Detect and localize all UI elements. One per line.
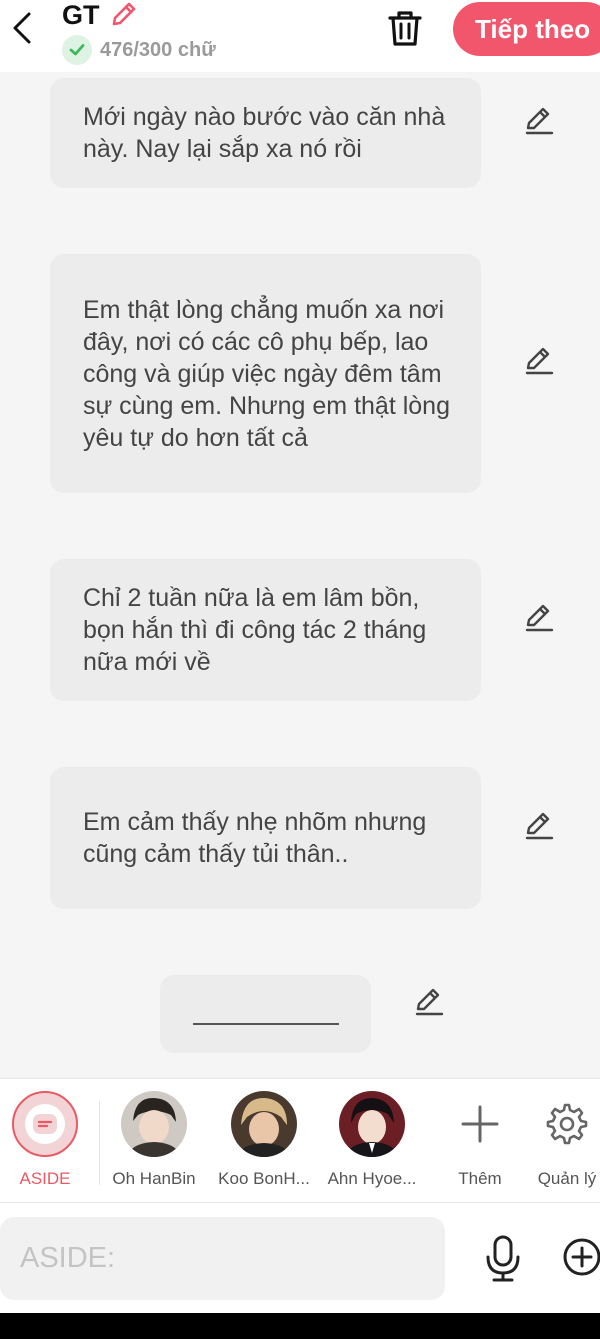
edit-title-icon[interactable] — [108, 0, 140, 35]
trash-icon[interactable] — [384, 6, 426, 50]
message-text: Em thật lòng chẳng muốn xa nơi đây, nơi … — [83, 295, 450, 452]
message-bubble[interactable]: Em thật lòng chẳng muốn xa nơi đây, nơi … — [50, 254, 481, 493]
check-icon — [62, 35, 92, 65]
edit-message-icon[interactable] — [521, 599, 557, 635]
aside-avatar — [12, 1091, 78, 1157]
character-label: Oh HanBin — [112, 1169, 196, 1188]
message-bubble[interactable]: Mới ngày nào bước vào căn nhà này. Nay l… — [50, 78, 481, 188]
character-ahn-hyoe[interactable]: Ahn Hyoe... — [317, 1091, 427, 1189]
page-title: GT — [62, 0, 100, 30]
word-count: 476/300 chữ — [100, 38, 216, 61]
edit-draft-icon[interactable] — [411, 983, 447, 1019]
edit-message-icon[interactable] — [521, 102, 557, 138]
character-bar: ASIDE Oh HanBin Koo BonH... Ahn Hyoe... … — [0, 1078, 600, 1203]
avatar — [339, 1091, 405, 1157]
system-nav-bar — [0, 1313, 600, 1339]
message-text: Chỉ 2 tuần nữa là em lâm bồn, bọn hắn th… — [83, 584, 427, 676]
character-label: Ahn Hyoe... — [327, 1169, 417, 1188]
character-label: ASIDE — [19, 1169, 71, 1188]
character-oh-hanbin[interactable]: Oh HanBin — [99, 1091, 209, 1189]
avatar — [231, 1091, 297, 1157]
message-bubble[interactable]: Em cảm thấy nhẹ nhõm nhưng cũng cảm thấy… — [50, 767, 481, 909]
character-label: Quản lý — [537, 1169, 597, 1188]
next-button[interactable]: Tiếp theo — [453, 2, 600, 56]
microphone-icon[interactable] — [481, 1233, 525, 1285]
input-bar — [0, 1203, 600, 1313]
message-input[interactable] — [0, 1217, 445, 1300]
edit-message-icon[interactable] — [521, 807, 557, 843]
draft-bubble[interactable] — [160, 975, 371, 1053]
gear-icon — [512, 1091, 600, 1157]
word-count-row: 476/300 chữ — [62, 35, 216, 65]
avatar — [121, 1091, 187, 1157]
draft-underline — [193, 1023, 339, 1025]
back-icon[interactable] — [4, 8, 40, 48]
character-label: Koo BonH... — [218, 1169, 310, 1188]
message-text: Mới ngày nào bước vào căn nhà này. Nay l… — [83, 103, 446, 163]
message-bubble[interactable]: Chỉ 2 tuần nữa là em lâm bồn, bọn hắn th… — [50, 559, 481, 701]
chat-bubble-icon — [25, 1104, 65, 1144]
header: GT 476/300 chữ Tiếp theo — [0, 0, 600, 72]
message-text: Em cảm thấy nhẹ nhõm nhưng cũng cảm thấy… — [83, 808, 427, 868]
manage-button[interactable]: Quản lý — [512, 1091, 600, 1189]
edit-message-icon[interactable] — [521, 342, 557, 378]
character-koo-bonh[interactable]: Koo BonH... — [209, 1091, 319, 1189]
title-group: GT — [62, 0, 136, 30]
character-aside[interactable]: ASIDE — [0, 1091, 100, 1189]
add-circle-icon[interactable] — [562, 1237, 600, 1277]
